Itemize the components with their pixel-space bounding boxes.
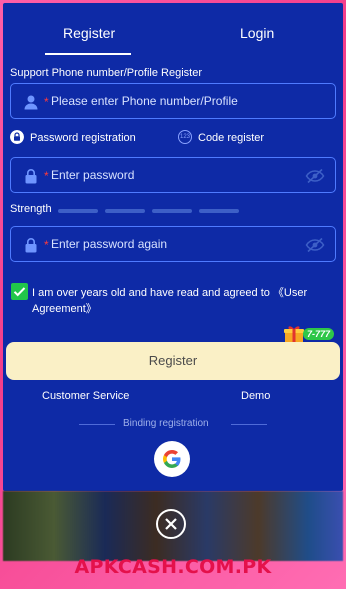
divider-right	[231, 424, 267, 425]
lock-circle-icon	[10, 130, 24, 144]
phone-input[interactable]: * Please enter Phone number/Profile	[10, 83, 336, 119]
checkmark-icon	[13, 287, 26, 297]
lock-icon	[25, 169, 37, 184]
phone-section-label: Support Phone number/Profile Register	[10, 67, 202, 79]
code-register-label: Code register	[198, 132, 265, 144]
active-tab-indicator	[45, 53, 131, 55]
user-icon	[24, 95, 38, 110]
phone-placeholder: Please enter Phone number/Profile	[51, 94, 238, 108]
tab-login[interactable]: Login	[240, 25, 274, 41]
strength-bar-3	[152, 209, 192, 213]
strength-bar-1	[58, 209, 98, 213]
tab-register[interactable]: Register	[63, 25, 115, 41]
customer-service-link[interactable]: Customer Service	[42, 390, 129, 402]
watermark-text: APKCASH.COM.PK	[74, 556, 272, 578]
confirm-password-input[interactable]: * Enter password again	[10, 226, 336, 262]
password-placeholder: Enter password	[51, 168, 135, 182]
eye-off-icon[interactable]	[305, 168, 325, 184]
eye-off-icon[interactable]	[305, 237, 325, 253]
binding-registration-label: Binding registration	[123, 418, 209, 429]
required-mark: *	[44, 95, 49, 109]
lock-icon	[25, 238, 37, 253]
close-icon	[165, 518, 177, 530]
required-mark: *	[44, 169, 49, 183]
required-mark: *	[44, 238, 49, 252]
strength-bar-4	[199, 209, 239, 213]
code-123-icon: 123	[178, 130, 192, 144]
close-button[interactable]	[156, 509, 186, 539]
register-panel: Register Login Support Phone number/Prof…	[3, 3, 343, 491]
demo-link[interactable]: Demo	[241, 390, 270, 402]
agreement-text[interactable]: I am over years old and have read and ag…	[32, 285, 332, 317]
strength-label: Strength	[10, 203, 52, 215]
strength-bar-2	[105, 209, 145, 213]
google-login-button[interactable]	[154, 441, 190, 477]
password-input[interactable]: * Enter password	[10, 157, 336, 193]
register-button[interactable]: Register	[6, 342, 340, 380]
divider-left	[79, 424, 115, 425]
password-registration-label: Password registration	[30, 132, 136, 144]
confirm-password-placeholder: Enter password again	[51, 237, 168, 251]
agreement-checkbox[interactable]	[11, 283, 28, 300]
tab-bar: Register Login	[3, 3, 343, 59]
promo-badge: 7-777	[303, 328, 335, 340]
google-icon	[163, 450, 181, 468]
